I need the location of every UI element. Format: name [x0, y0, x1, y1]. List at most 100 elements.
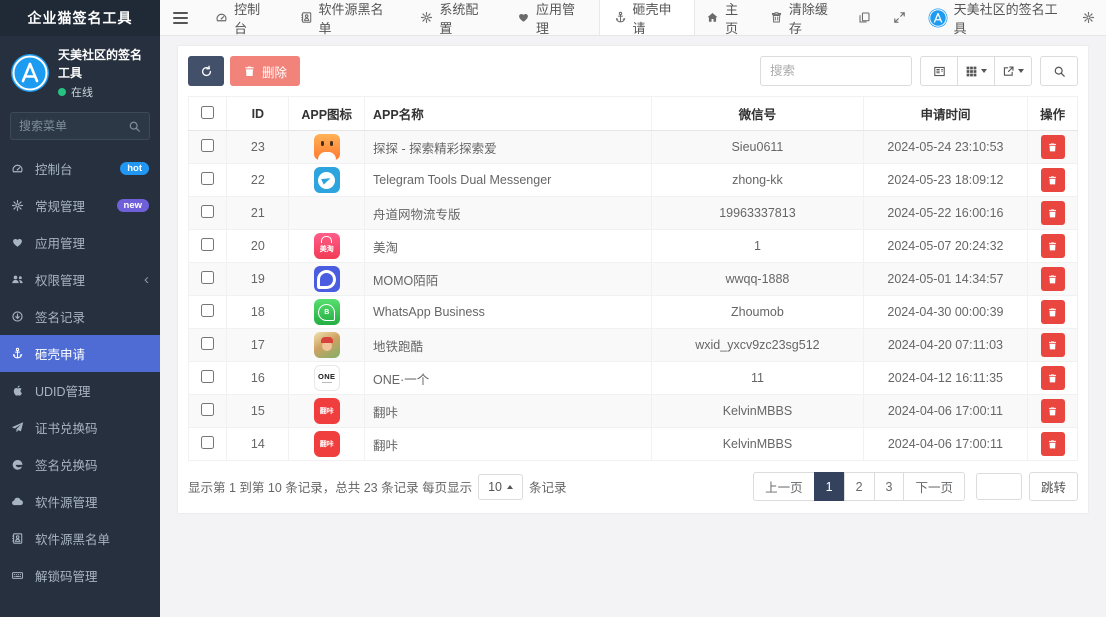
app-icon — [314, 200, 340, 226]
appstore-avatar-icon — [928, 8, 948, 28]
home-link[interactable]: 主页 — [695, 0, 759, 36]
sidebar-item-2[interactable]: 应用管理 — [0, 224, 160, 261]
sidebar-item-8[interactable]: 签名兑换码 — [0, 446, 160, 483]
row-checkbox[interactable] — [201, 304, 215, 317]
fullscreen-button[interactable] — [882, 0, 917, 35]
cell-app-name: ONE·一个 — [363, 361, 653, 395]
sidebar-item-3[interactable]: 权限管理 ‹ — [0, 261, 160, 298]
row-checkbox[interactable] — [201, 205, 215, 218]
users-icon — [11, 273, 28, 286]
toggle-view-button[interactable] — [920, 56, 958, 86]
row-checkbox[interactable] — [201, 337, 215, 350]
table-row: 18 B WhatsApp Business Zhoumob 2024-04-30 00… — [187, 295, 1078, 329]
delete-row-button[interactable] — [1040, 333, 1065, 357]
jump-button[interactable]: 跳转 — [1028, 472, 1078, 501]
delete-button[interactable]: 删除 — [230, 56, 301, 86]
delete-row-button[interactable] — [1040, 300, 1065, 324]
trash-icon — [1047, 241, 1058, 252]
sidebar-item-0[interactable]: 控制台 hot — [0, 150, 160, 187]
row-checkbox[interactable] — [201, 139, 215, 152]
delete-row-button[interactable] — [1040, 432, 1065, 456]
next-page-button[interactable]: 下一页 — [903, 472, 965, 501]
delete-row-button[interactable] — [1040, 201, 1065, 225]
anchor-icon — [11, 347, 28, 360]
cell-app-name: 地铁跑酷 — [363, 328, 653, 362]
jump-page-input[interactable] — [975, 473, 1022, 500]
delete-row-button[interactable] — [1040, 135, 1065, 159]
topnav-user-menu[interactable]: 天美社区的签名工具 — [917, 0, 1071, 36]
page-button-2[interactable]: 2 — [843, 472, 875, 501]
refresh-icon — [200, 65, 213, 78]
sidebar-item-label: 证书兑换码 — [35, 422, 98, 436]
select-all-checkbox[interactable] — [201, 105, 215, 119]
copy-icon — [858, 11, 871, 24]
pagination-summary: 显示第 1 到第 10 条记录，总共 23 条记录 每页显示 10 条记录 — [188, 473, 567, 500]
cell-apply-time: 2024-05-22 16:00:16 — [862, 196, 1029, 230]
tab-4[interactable]: 砸壳申请 — [598, 0, 696, 36]
tab-1[interactable]: 软件源黑名单 — [285, 0, 406, 36]
table-search-input[interactable] — [760, 56, 912, 86]
delete-row-button[interactable] — [1040, 399, 1065, 423]
toggle-search-button[interactable] — [1040, 56, 1078, 86]
cell-id: 20 — [226, 229, 290, 263]
sidebar-toggle-button[interactable] — [160, 0, 200, 35]
row-checkbox[interactable] — [201, 238, 215, 251]
sidebar-item-label: 签名兑换码 — [35, 459, 98, 473]
row-checkbox[interactable] — [201, 271, 215, 284]
cell-wechat: 1 — [651, 229, 864, 263]
tab-2[interactable]: 系统配置 — [405, 0, 502, 36]
delete-row-button[interactable] — [1040, 168, 1065, 192]
clear-cache-link[interactable]: 清除缓存 — [759, 0, 847, 36]
refresh-button[interactable] — [188, 56, 224, 86]
sidebar-item-7[interactable]: 证书兑换码 — [0, 409, 160, 446]
sidebar-item-label: 常规管理 — [35, 200, 86, 214]
delete-row-button[interactable] — [1040, 267, 1065, 291]
cell-app-name: 探探 - 探索精彩探索爱 — [363, 130, 653, 164]
tab-0[interactable]: 控制台 — [200, 0, 284, 36]
sidebar-search-input[interactable] — [11, 119, 120, 133]
sidebar-search-button[interactable] — [120, 120, 149, 133]
column-header-wechat[interactable]: 微信号 — [651, 96, 864, 131]
caret-up-icon — [506, 484, 513, 489]
delete-row-button[interactable] — [1040, 366, 1065, 390]
sidebar-item-9[interactable]: 软件源管理 — [0, 483, 160, 520]
column-header-apply-time[interactable]: 申请时间 — [862, 96, 1029, 131]
column-header-app-icon[interactable]: APP图标 — [288, 96, 365, 131]
trash-icon — [243, 65, 256, 78]
sidebar-item-6[interactable]: UDID管理 — [0, 372, 160, 409]
prev-page-button[interactable]: 上一页 — [753, 472, 815, 501]
address-book-icon — [300, 11, 313, 24]
caret-down-icon — [1018, 69, 1024, 73]
delete-row-button[interactable] — [1040, 234, 1065, 258]
app-icon-text: B — [324, 308, 330, 316]
page-button-1[interactable]: 1 — [813, 472, 845, 501]
row-checkbox[interactable] — [201, 370, 215, 383]
page-size-dropdown[interactable]: 10 — [478, 473, 523, 500]
summary-prefix: 显示第 1 到第 10 条记录，总共 23 条记录 每页显示 — [188, 481, 473, 495]
row-checkbox[interactable] — [201, 172, 215, 185]
sidebar-item-10[interactable]: 软件源黑名单 — [0, 520, 160, 557]
gauge-icon — [11, 162, 28, 175]
apple-icon — [11, 384, 28, 397]
columns-dropdown-button[interactable] — [957, 56, 995, 86]
sidebar-item-4[interactable]: 签名记录 — [0, 298, 160, 335]
page-button-3[interactable]: 3 — [873, 472, 905, 501]
export-dropdown-button[interactable] — [994, 56, 1032, 86]
app-icon-text: 美淘 — [319, 245, 334, 253]
app-icon: 翻咔 — [313, 431, 340, 457]
cell-apply-time: 2024-04-30 00:00:39 — [862, 295, 1029, 329]
sidebar-item-1[interactable]: 常规管理 new — [0, 187, 160, 224]
cell-app-name: 美淘 — [363, 229, 653, 263]
refresh-tab-button[interactable] — [847, 0, 882, 35]
sidebar-item-5[interactable]: 砸壳申请 — [0, 335, 160, 372]
row-checkbox[interactable] — [201, 403, 215, 416]
badge-hot: hot — [120, 161, 149, 176]
row-checkbox[interactable] — [201, 436, 215, 449]
cell-apply-time: 2024-05-07 20:24:32 — [862, 229, 1029, 263]
settings-button[interactable] — [1071, 0, 1106, 35]
app-icon: 美淘 — [313, 233, 340, 259]
sidebar-item-11[interactable]: 解锁码管理 — [0, 557, 160, 594]
tab-3[interactable]: 应用管理 — [502, 0, 599, 36]
column-header-app-name[interactable]: APP名称 — [363, 96, 653, 131]
column-header-id[interactable]: ID — [226, 96, 290, 131]
